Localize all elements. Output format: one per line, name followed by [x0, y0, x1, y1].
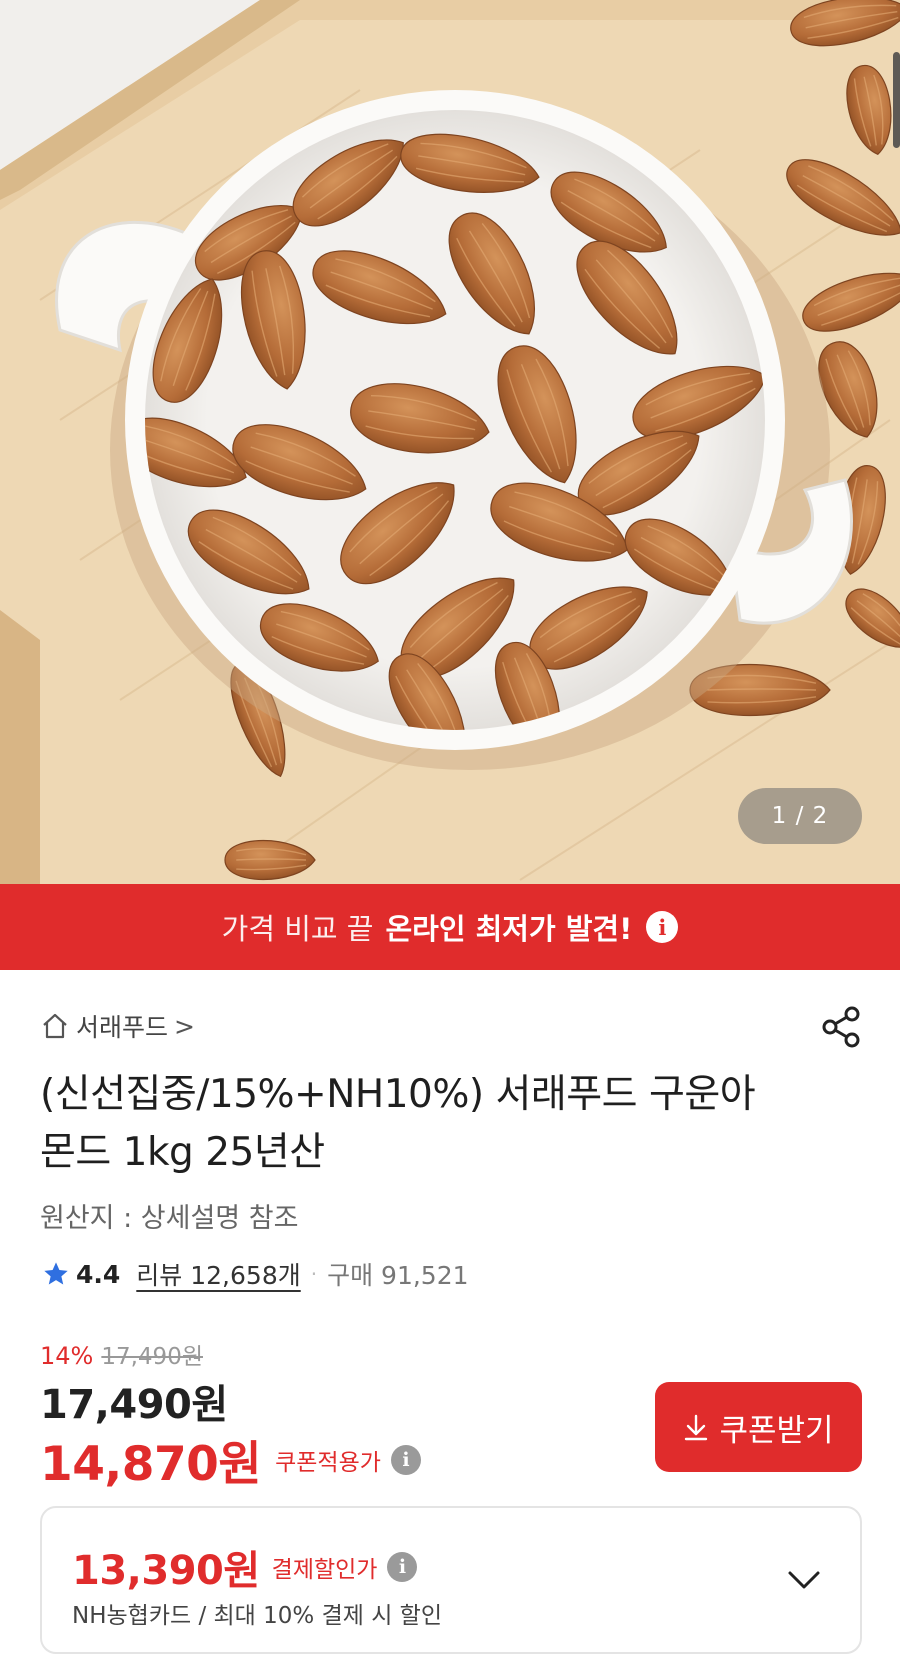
- card-discount-label: 결제할인가: [271, 1557, 378, 1583]
- lowest-price-banner[interactable]: 가격 비교 끝 온라인 최저가 발견! i: [0, 884, 900, 970]
- review-count-link[interactable]: 리뷰 12,658개: [136, 1256, 300, 1292]
- get-coupon-label: 쿠폰받기: [719, 1412, 834, 1449]
- banner-text-bold: 온라인 최저가 발견!: [385, 912, 633, 946]
- info-icon[interactable]: i: [387, 1552, 418, 1582]
- card-discount-price: 13,390원: [72, 1548, 260, 1594]
- card-price-row: 13,390원 결제할인가 i: [72, 1538, 418, 1596]
- store-name: 서래푸드: [76, 1013, 169, 1042]
- sale-price: 17,490원: [40, 1382, 228, 1428]
- product-image[interactable]: 1 / 2: [0, 0, 900, 884]
- chevron-down-icon[interactable]: [784, 1560, 824, 1600]
- original-price: 17,490원: [101, 1344, 203, 1370]
- home-icon: [43, 1013, 67, 1039]
- discount-row: 14% 17,490원: [40, 1337, 203, 1371]
- share-icon[interactable]: [818, 1004, 864, 1050]
- chevron-right-icon: >: [174, 1011, 195, 1041]
- star-icon: [44, 1262, 68, 1285]
- scrollbar[interactable]: [893, 52, 900, 148]
- image-counter: 1 / 2: [738, 788, 862, 844]
- rating-row: 4.4 리뷰 12,658개 · 구매 91,521: [42, 1256, 469, 1292]
- card-discount-box[interactable]: 13,390원 결제할인가 i NH농협카드 / 최대 10% 결제 시 할인: [40, 1506, 862, 1654]
- store-link[interactable]: 서래푸드 >: [40, 1008, 195, 1044]
- info-icon[interactable]: i: [646, 911, 679, 943]
- rating-score: 4.4: [76, 1259, 121, 1289]
- coupon-price-row: 14,870원 쿠폰적용가 i: [40, 1425, 421, 1494]
- card-discount-description: NH농협카드 / 최대 10% 결제 시 할인: [72, 1603, 442, 1629]
- banner-text-light: 가격 비교 끝: [221, 912, 374, 946]
- purchase-count: 구매 91,521: [327, 1261, 469, 1290]
- product-origin: 원산지 : 상세설명 참조: [40, 1203, 299, 1234]
- coupon-price-label: 쿠폰적용가: [275, 1449, 381, 1476]
- get-coupon-button[interactable]: 쿠폰받기: [655, 1382, 862, 1472]
- info-icon[interactable]: i: [390, 1444, 421, 1475]
- almond-photo: [0, 0, 900, 884]
- discount-rate: 14%: [40, 1342, 94, 1370]
- coupon-price: 14,870원: [40, 1437, 262, 1492]
- product-title: (신선집중/15%+NH10%) 서래푸드 구운아몬드 1kg 25년산: [40, 1072, 756, 1175]
- download-icon: [685, 1414, 708, 1441]
- separator: ·: [310, 1262, 318, 1286]
